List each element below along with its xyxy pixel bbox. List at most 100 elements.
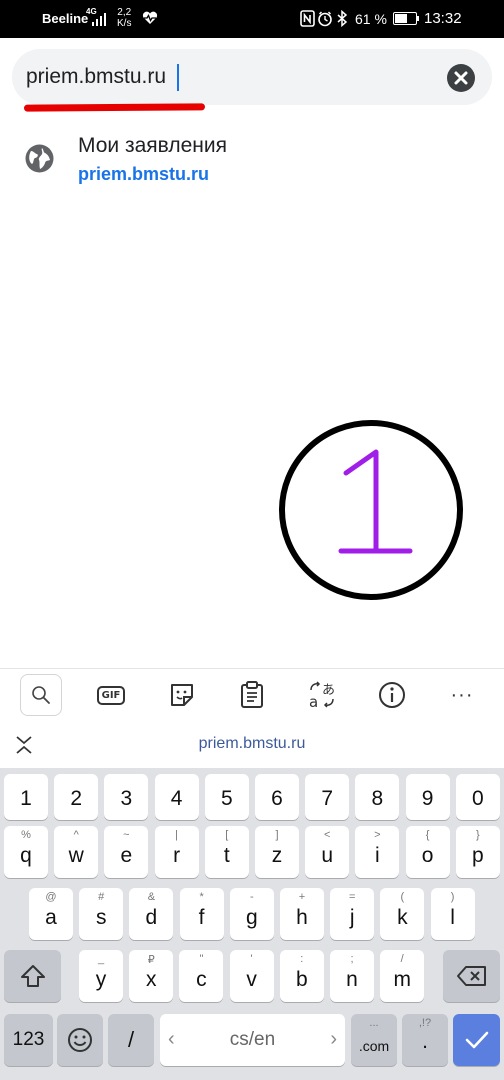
key-i[interactable]: > i <box>355 826 400 878</box>
key-p[interactable]: } p <box>455 826 500 878</box>
key-alt-label: - <box>249 891 254 903</box>
more-button[interactable]: ··· <box>441 674 483 716</box>
gif-button[interactable]: GIF <box>90 674 132 716</box>
clipboard-icon <box>241 681 263 708</box>
key-6[interactable]: 6 <box>255 774 299 820</box>
key-label: 3 <box>120 787 133 810</box>
key-2[interactable]: 2 <box>54 774 99 820</box>
key-label: m <box>393 968 411 991</box>
key-label: z <box>271 844 283 867</box>
key-v[interactable]: ' v <box>229 950 274 1002</box>
key-label: 5 <box>220 787 233 810</box>
key-alt-label: ] <box>275 829 279 841</box>
key-u[interactable]: < u <box>305 826 350 878</box>
keyboard-search-button[interactable] <box>20 674 62 716</box>
sticker-icon <box>171 684 193 706</box>
battery-fill <box>395 14 407 23</box>
annotation-digit <box>338 449 413 554</box>
sticker-button[interactable] <box>161 674 203 716</box>
key-label: y <box>95 968 107 991</box>
battery-percent: 61 % <box>355 11 387 27</box>
key-alt-label: % <box>21 829 31 841</box>
emoji-key[interactable] <box>57 1014 103 1066</box>
backspace-key[interactable] <box>443 950 500 1002</box>
key-label: w <box>68 844 84 867</box>
slash-key[interactable]: / <box>108 1014 154 1066</box>
text-caret <box>177 64 179 91</box>
key-f[interactable]: * f <box>179 888 224 940</box>
key-q[interactable]: % q <box>4 826 48 878</box>
key-a[interactable]: @ a <box>29 888 73 940</box>
annotation-circle <box>279 420 463 600</box>
key-4[interactable]: 4 <box>154 774 199 820</box>
translate-button[interactable]: a あ <box>301 674 343 716</box>
key-label: o <box>421 844 434 867</box>
key-label: q <box>20 844 32 867</box>
key-alt-label: ,!? <box>418 1017 432 1029</box>
key-alt-label: ... <box>369 1017 379 1029</box>
key-8[interactable]: 8 <box>355 774 400 820</box>
network-speed: 2,2 K/s <box>117 7 131 29</box>
key-w[interactable]: ^ w <box>54 826 99 878</box>
signal-icon <box>92 13 106 26</box>
key-alt-label: * <box>199 891 204 903</box>
clear-url-button[interactable] <box>447 64 475 92</box>
step-number-annotation: 1 <box>279 420 463 600</box>
key-label: 0 <box>471 787 484 810</box>
svg-text:あ: あ <box>322 683 335 698</box>
dot-com-key[interactable]: ... .com <box>351 1014 397 1066</box>
key-label: i <box>375 844 380 867</box>
key-label: 9 <box>421 787 434 810</box>
key-k[interactable]: (k <box>380 888 425 940</box>
info-button[interactable] <box>371 674 413 716</box>
period-key[interactable]: ,!?. <box>402 1014 448 1066</box>
key-3[interactable]: 3 <box>104 774 149 820</box>
mode-123-key[interactable]: 123 <box>4 1014 53 1066</box>
key-alt-label: " <box>199 953 204 965</box>
key-7[interactable]: 7 <box>305 774 350 820</box>
key-g[interactable]: -g <box>229 888 274 940</box>
key-z[interactable]: ] z <box>255 826 299 878</box>
key-h[interactable]: + h <box>280 888 324 940</box>
url-input[interactable]: priem.bmstu.ru <box>26 65 166 89</box>
key-l[interactable]: ) l <box>430 888 475 940</box>
address-bar[interactable]: priem.bmstu.ru <box>12 49 492 105</box>
key-s[interactable]: # s <box>79 888 124 940</box>
key-alt-label: ₽ <box>147 954 155 966</box>
key-x[interactable]: ₽ x <box>129 950 174 1002</box>
shift-key[interactable] <box>4 950 61 1002</box>
info-icon <box>379 682 405 708</box>
key-e[interactable]: ~ e <box>104 826 149 878</box>
key-label: 123 <box>12 1029 45 1050</box>
space-key[interactable]: ‹ › cs/en <box>160 1014 345 1066</box>
keyboard-suggestion[interactable]: priem.bmstu.ru <box>0 735 504 753</box>
key-t[interactable]: [t <box>204 826 249 878</box>
status-bar: Beeline 4G 2,2 K/s 61 % 13:32 <box>0 0 504 38</box>
key-9[interactable]: 9 <box>405 774 450 820</box>
key-alt-label: _ <box>97 953 105 965</box>
key-n[interactable]: ; n <box>330 950 374 1002</box>
key-0[interactable]: 0 <box>455 774 500 820</box>
clipboard-button[interactable] <box>231 674 273 716</box>
gif-icon: GIF <box>96 685 126 705</box>
key-o[interactable]: {o <box>405 826 450 878</box>
key-1[interactable]: 1 <box>4 774 48 820</box>
key-j[interactable]: = j <box>330 888 375 940</box>
key-5[interactable]: 5 <box>204 774 249 820</box>
key-label: / <box>127 1027 135 1052</box>
url-suggestion[interactable]: Мои заявления priem.bmstu.ru <box>0 126 504 196</box>
red-underline-annotation <box>23 103 206 112</box>
enter-key[interactable] <box>453 1014 500 1066</box>
key-label: 2 <box>70 787 83 810</box>
keyboard-suggestion-strip: priem.bmstu.ru <box>0 720 504 768</box>
key-alt-label: [ <box>225 829 229 841</box>
key-b[interactable]: :b <box>279 950 324 1002</box>
key-alt-label: > <box>374 829 381 841</box>
key-r[interactable]: | r <box>154 826 199 878</box>
key-alt-label: ' <box>250 953 253 965</box>
key-d[interactable]: & d <box>129 888 174 940</box>
key-c[interactable]: " c <box>179 950 224 1002</box>
key-m[interactable]: / m <box>380 950 425 1002</box>
key-y[interactable]: _ y <box>79 950 123 1002</box>
key-alt-label: & <box>147 891 156 903</box>
